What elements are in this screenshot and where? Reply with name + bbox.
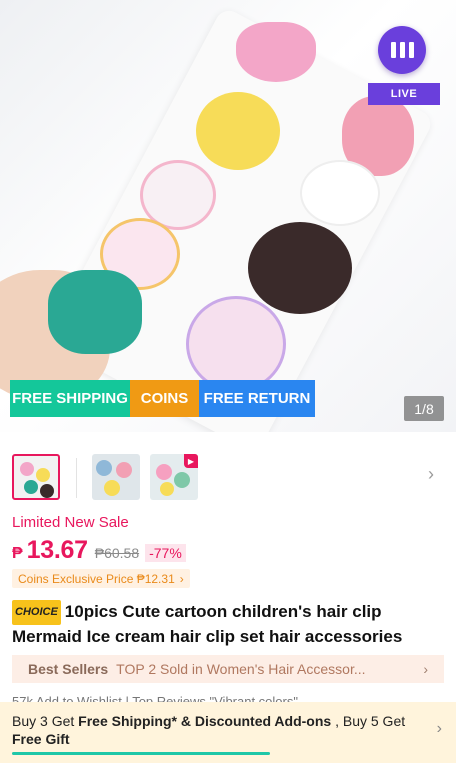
pause-bar-icon	[399, 42, 405, 58]
thumbnail-clip	[20, 462, 34, 476]
product-image[interactable]: LIVE FREE SHIPPING COINS FREE RETURN 1/8	[0, 0, 456, 432]
best-sellers-rank: TOP 2 Sold in Women's Hair Accessor...	[116, 661, 366, 677]
thumbnail-clip	[174, 472, 190, 488]
thumbnail-clip	[156, 464, 172, 480]
chevron-right-icon: ›	[423, 661, 428, 677]
discount-badge: -77%	[145, 544, 186, 562]
thumbnail-divider	[76, 458, 77, 498]
original-price: ₱60.58	[94, 545, 140, 561]
product-title-text: 10pics Cute cartoon children's hair clip…	[12, 602, 403, 646]
best-sellers-label: Best Sellers	[28, 661, 109, 677]
coins-tag: COINS	[130, 380, 199, 417]
thumbnail-2[interactable]	[92, 454, 140, 500]
dinosaur-clip	[48, 270, 142, 354]
minnie-clip	[248, 222, 352, 314]
chevron-right-icon: ›	[436, 720, 442, 737]
promo-free-gift: Free Gift	[12, 731, 70, 747]
coins-price-link[interactable]: Coins Exclusive Price ₱12.31 ›	[12, 569, 190, 588]
kitty-clip	[300, 160, 380, 226]
thumbnail-clip	[24, 480, 38, 494]
video-icon: ▶	[184, 454, 198, 468]
coins-price-label: Coins Exclusive Price ₱12.31	[18, 571, 175, 586]
butterfly-clip	[236, 22, 316, 82]
choice-badge: CHOICE	[12, 600, 61, 625]
thumbnail-strip: ▶ ›	[0, 450, 456, 504]
thumbnail-clip	[116, 462, 132, 478]
thumbnail-clip	[96, 460, 112, 476]
thumbnail-clip	[104, 480, 120, 496]
thumbnail-clip	[40, 484, 54, 498]
promo-text-part2: , Buy 5 Get	[331, 713, 406, 729]
live-badge[interactable]: LIVE	[368, 83, 440, 105]
free-return-tag: FREE RETURN	[199, 380, 315, 417]
limited-sale-label: Limited New Sale	[12, 514, 129, 531]
free-shipping-tag: FREE SHIPPING	[10, 380, 130, 417]
promo-strip: FREE SHIPPING COINS FREE RETURN	[10, 380, 315, 417]
thumbnail-1[interactable]	[12, 454, 60, 500]
price-currency: ₱	[12, 545, 23, 562]
live-pause-button[interactable]	[378, 26, 426, 74]
thumbnail-clip	[36, 468, 50, 482]
thumbnail-3[interactable]: ▶	[150, 454, 198, 500]
duck-clip	[196, 92, 280, 170]
chevron-right-icon: ›	[179, 571, 184, 586]
pause-bar-icon	[390, 42, 396, 58]
chevron-right-icon[interactable]: ›	[428, 464, 434, 485]
promo-free-shipping: Free Shipping* & Discounted Add-ons	[78, 713, 332, 729]
thumbnail-clip	[160, 482, 174, 496]
promo-text-part1: Buy 3 Get	[12, 713, 79, 729]
promo-progress-bar	[12, 752, 270, 755]
best-sellers-banner[interactable]: Best Sellers TOP 2 Sold in Women's Hair …	[12, 655, 444, 683]
pause-bar-icon	[408, 42, 414, 58]
product-title: CHOICE 10pics Cute cartoon children's hai…	[12, 600, 448, 648]
price-row: ₱ 13.67 ₱60.58 -77%	[12, 536, 186, 565]
unicorn-clip	[186, 296, 286, 392]
image-counter: 1/8	[404, 396, 444, 421]
current-price: 13.67	[26, 536, 88, 564]
